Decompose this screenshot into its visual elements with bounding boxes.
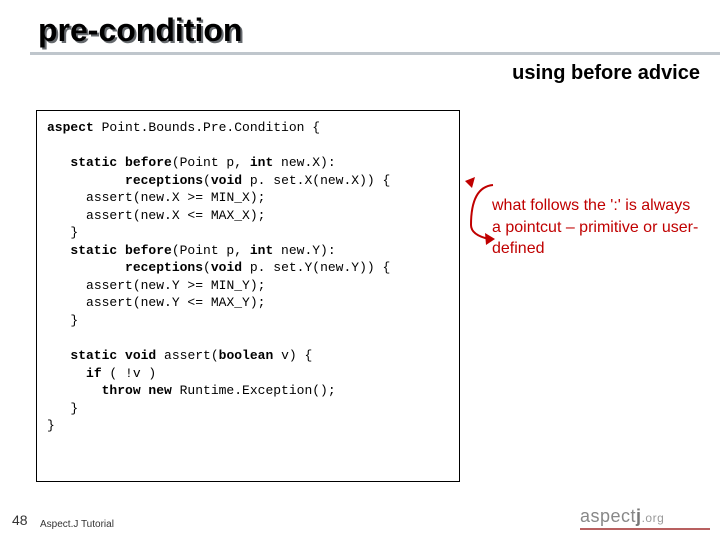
kw-aspect: aspect: [47, 120, 94, 135]
kw-receptions: receptions: [125, 260, 203, 275]
code-block: aspect Point.Bounds.Pre.Condition { stat…: [36, 110, 460, 482]
code-text: (: [203, 173, 211, 188]
code-text: ( !v ): [102, 366, 157, 381]
code-text: }: [70, 313, 78, 328]
title-bar: pre-condition pre-condition: [0, 0, 720, 60]
code-text: p. set.X(new.X)) {: [242, 173, 390, 188]
code-text: (Point p,: [172, 243, 250, 258]
annotation-arrow-icon: [465, 175, 495, 245]
code-text: (Point p,: [172, 155, 250, 170]
code-text: assert(new.Y <= MAX_Y);: [86, 295, 265, 310]
logo-underline: [580, 528, 710, 530]
logo-org: .org: [642, 511, 665, 525]
aspectj-logo: aspectj.org: [580, 506, 710, 534]
kw-static-before: static before: [70, 243, 171, 258]
code-text: }: [70, 225, 78, 240]
kw-if: if: [86, 366, 102, 381]
code-text: assert(new.X >= MIN_X);: [86, 190, 265, 205]
footer-text: Aspect.J Tutorial: [40, 519, 114, 530]
code-text: p. set.Y(new.Y)) {: [242, 260, 390, 275]
kw-void: void: [211, 260, 242, 275]
kw-static-void: static void: [70, 348, 156, 363]
code-text: assert(new.Y >= MIN_Y);: [86, 278, 265, 293]
code-text: assert(: [156, 348, 218, 363]
code-text: (: [203, 260, 211, 275]
logo-brand-a: aspect: [580, 506, 636, 526]
code-text: new.Y):: [273, 243, 335, 258]
kw-boolean: boolean: [219, 348, 274, 363]
kw-receptions: receptions: [125, 173, 203, 188]
code-text: }: [47, 418, 55, 433]
code-text: Runtime.Exception();: [172, 383, 336, 398]
kw-int: int: [250, 155, 273, 170]
code-text: assert(new.X <= MAX_X);: [86, 208, 265, 223]
kw-void: void: [211, 173, 242, 188]
slide-number: 48: [12, 512, 28, 528]
code-text: Point.Bounds.Pre.Condition {: [94, 120, 320, 135]
slide-subtitle: using before advice: [512, 62, 700, 85]
code-text: }: [70, 401, 78, 416]
kw-int: int: [250, 243, 273, 258]
slide-title: pre-condition: [38, 12, 242, 49]
kw-throw-new: throw new: [102, 383, 172, 398]
code-text: new.X):: [273, 155, 335, 170]
kw-static-before: static before: [70, 155, 171, 170]
annotation-text: what follows the ':' is always a pointcu…: [492, 195, 702, 260]
code-text: v) {: [273, 348, 312, 363]
title-underline: [30, 52, 720, 55]
